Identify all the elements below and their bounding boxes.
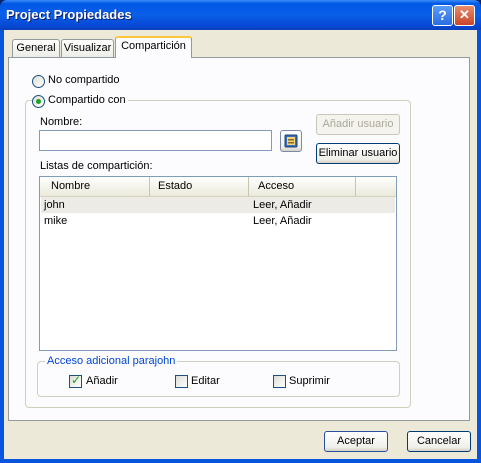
share-list-row[interactable]: mike Leer, Añadir: [41, 213, 395, 229]
extra-access-title: Acceso adicional parajohn: [45, 355, 178, 367]
shared-with-radio[interactable]: [32, 95, 45, 108]
edit-checkbox[interactable]: [175, 375, 188, 388]
row-access: Leer, Añadir: [253, 199, 312, 211]
add-user-button[interactable]: Añadir usuario: [316, 114, 400, 135]
delete-checkbox-label[interactable]: Suprimir: [289, 375, 330, 387]
name-input[interactable]: [39, 130, 272, 151]
close-button[interactable]: ✕: [454, 5, 475, 26]
row-name: mike: [44, 215, 68, 227]
column-header-estado[interactable]: Estado: [150, 177, 249, 196]
tab-comparticion[interactable]: Compartición: [115, 36, 192, 58]
title-bar[interactable]: Project Propiedades ? ✕: [0, 0, 481, 30]
help-button[interactable]: ?: [432, 5, 453, 26]
window-title: Project Propiedades: [6, 7, 132, 22]
tab-visualizar[interactable]: Visualizar: [61, 39, 114, 58]
column-header-nombre[interactable]: Nombre: [40, 177, 150, 196]
remove-user-button[interactable]: Eliminar usuario: [316, 143, 400, 164]
name-label: Nombre:: [40, 116, 83, 128]
cancel-button[interactable]: Cancelar: [407, 431, 471, 452]
add-checkbox[interactable]: [69, 373, 82, 388]
window-frame-bottom: [0, 459, 481, 463]
share-list-header: Nombre Estado Acceso: [40, 177, 396, 197]
address-book-button[interactable]: [280, 130, 302, 152]
row-access: Leer, Añadir: [253, 215, 312, 227]
properties-window: Project Propiedades ? ✕ General Visualiz…: [0, 0, 481, 463]
window-frame-right: [477, 30, 481, 463]
add-checkbox-label[interactable]: Añadir: [86, 375, 118, 387]
row-name: john: [44, 199, 65, 211]
not-shared-label[interactable]: No compartido: [48, 74, 120, 86]
edit-checkbox-label[interactable]: Editar: [191, 375, 220, 387]
column-header-empty: [356, 177, 396, 196]
column-header-acceso[interactable]: Acceso: [249, 177, 356, 196]
ok-button[interactable]: Aceptar: [324, 431, 388, 452]
address-book-icon: [284, 134, 298, 148]
share-list[interactable]: Nombre Estado Acceso john Leer, Añadir m…: [39, 176, 397, 351]
share-list-row[interactable]: john Leer, Añadir: [41, 197, 395, 213]
delete-checkbox[interactable]: [273, 375, 286, 388]
not-shared-radio[interactable]: [32, 75, 45, 88]
shared-with-label[interactable]: Compartido con: [46, 94, 128, 106]
tab-general[interactable]: General: [12, 39, 60, 58]
share-list-label: Listas de compartición:: [40, 160, 153, 172]
